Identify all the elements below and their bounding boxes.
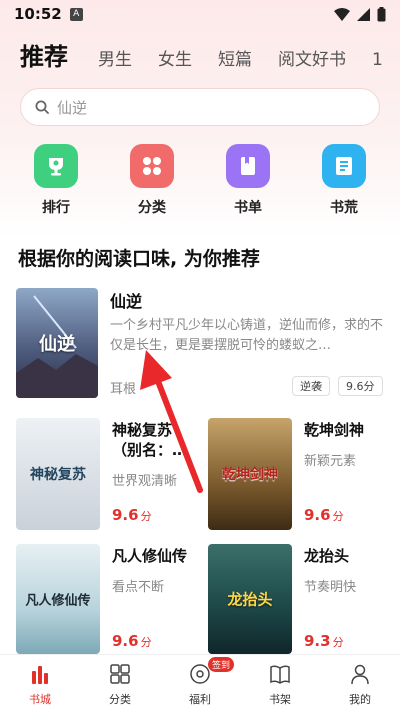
tag-genre: 逆袭	[292, 376, 330, 396]
quick-link-label: 分类	[138, 200, 166, 216]
cover-title: 神秘复苏	[30, 467, 86, 483]
book-subtitle: 世界观清晰	[112, 474, 178, 489]
book-card[interactable]: 乾坤剑神 乾坤剑神 新颖元素 9.6 分	[208, 418, 388, 530]
status-bar: 10:52 A	[0, 0, 400, 28]
book-card[interactable]: 凡人修仙传 凡人修仙传 看点不断 9.6 分	[16, 544, 196, 656]
nav-label: 书城	[29, 693, 51, 706]
nav-category[interactable]: 分类	[80, 655, 160, 710]
book-title: 神秘复苏（别名：…	[112, 421, 188, 459]
book-subtitle: 节奏明快	[304, 580, 357, 595]
book-score: 9.6 分	[112, 506, 152, 524]
battery-icon	[377, 6, 386, 21]
cover-title: 乾坤剑神	[222, 467, 278, 483]
featured-description: 一个乡村平凡少年以心铸道，逆仙而修，求的不仅是长生，更是要摆脱可怜的蝼蚁之…	[110, 318, 384, 353]
book-cover: 龙抬头	[208, 544, 292, 654]
quick-link-booklist[interactable]: 书单	[218, 144, 278, 217]
book-title: 乾坤剑神	[304, 421, 365, 439]
search-bar[interactable]: 仙逆	[20, 88, 380, 126]
nav-label: 书架	[269, 693, 291, 706]
book-cover: 乾坤剑神	[208, 418, 292, 530]
book-score: 9.6 分	[304, 506, 344, 524]
checkin-badge: 签到	[208, 657, 235, 672]
cover-title: 龙抬头	[227, 590, 273, 609]
quick-link-label: 书荒	[330, 200, 358, 216]
quick-link-booknew[interactable]: 书荒	[314, 144, 374, 217]
nav-label: 分类	[109, 693, 131, 706]
cover-title: 凡人修仙传	[25, 593, 91, 609]
tab-recommend[interactable]: 推荐	[20, 37, 68, 80]
book-subtitle: 看点不断	[112, 580, 165, 595]
nav-bookstore[interactable]: 书城	[0, 655, 80, 710]
search-icon	[35, 100, 49, 114]
status-time: 10:52	[14, 5, 62, 23]
bottom-navigation: 书城 分类 签到 福利 书架 我的	[0, 654, 400, 710]
quick-link-label: 书单	[234, 200, 262, 216]
bookstore-icon	[32, 666, 48, 684]
tab-short[interactable]: 短篇	[218, 45, 252, 80]
profile-icon	[351, 664, 369, 685]
tab-female[interactable]: 女生	[158, 45, 192, 80]
book-cover: 凡人修仙传	[16, 544, 100, 654]
book-title: 龙抬头	[304, 547, 350, 565]
book-card[interactable]: 神秘复苏 神秘复苏（别名：… 世界观清晰 9.6 分	[16, 418, 196, 530]
tab-good-books[interactable]: 阅文好书	[278, 45, 346, 80]
nav-label: 福利	[189, 693, 211, 706]
book-cover: 仙逆	[16, 288, 98, 398]
book-icon	[322, 144, 366, 188]
quick-link-category[interactable]: 分类	[122, 144, 182, 217]
quick-link-label: 排行	[42, 200, 70, 216]
trophy-icon	[34, 144, 78, 188]
book-score: 9.6 分	[112, 632, 152, 650]
quick-links: 排行 分类 书单 书荒	[0, 144, 400, 220]
featured-author: 耳根	[110, 382, 137, 397]
wifi-icon	[334, 7, 350, 21]
category-icon	[110, 664, 130, 684]
cover-title: 仙逆	[39, 334, 75, 355]
channel-tabs: 推荐 男生 女生 短篇 阅文好书 1	[0, 36, 400, 80]
book-cover: 神秘复苏	[16, 418, 100, 530]
grid-icon	[130, 144, 174, 188]
notification-icon: A	[69, 7, 83, 21]
quick-link-ranking[interactable]: 排行	[26, 144, 86, 217]
book-card[interactable]: 龙抬头 龙抬头 节奏明快 9.3 分	[208, 544, 388, 656]
nav-welfare[interactable]: 签到 福利	[160, 655, 240, 710]
bookshelf-icon	[270, 665, 290, 684]
section-title: 根据你的阅读口味, 为你推荐	[18, 248, 260, 270]
featured-book[interactable]: 仙逆 仙逆 一个乡村平凡少年以心铸道，逆仙而修，求的不仅是长生，更是要摆脱可怜的…	[16, 288, 386, 398]
featured-title: 仙逆	[110, 292, 143, 311]
tag-score: 9.6分	[338, 376, 383, 396]
book-title: 凡人修仙传	[112, 547, 188, 565]
tab-male[interactable]: 男生	[98, 45, 132, 80]
book-score: 9.3 分	[304, 632, 344, 650]
nav-bookshelf[interactable]: 书架	[240, 655, 320, 710]
signal-icon	[357, 7, 370, 21]
search-placeholder: 仙逆	[57, 98, 88, 117]
nav-label: 我的	[349, 693, 371, 706]
nav-profile[interactable]: 我的	[320, 655, 400, 710]
tab-more[interactable]: 1	[372, 50, 383, 80]
booklist-icon	[226, 144, 270, 188]
book-subtitle: 新颖元素	[304, 454, 357, 469]
